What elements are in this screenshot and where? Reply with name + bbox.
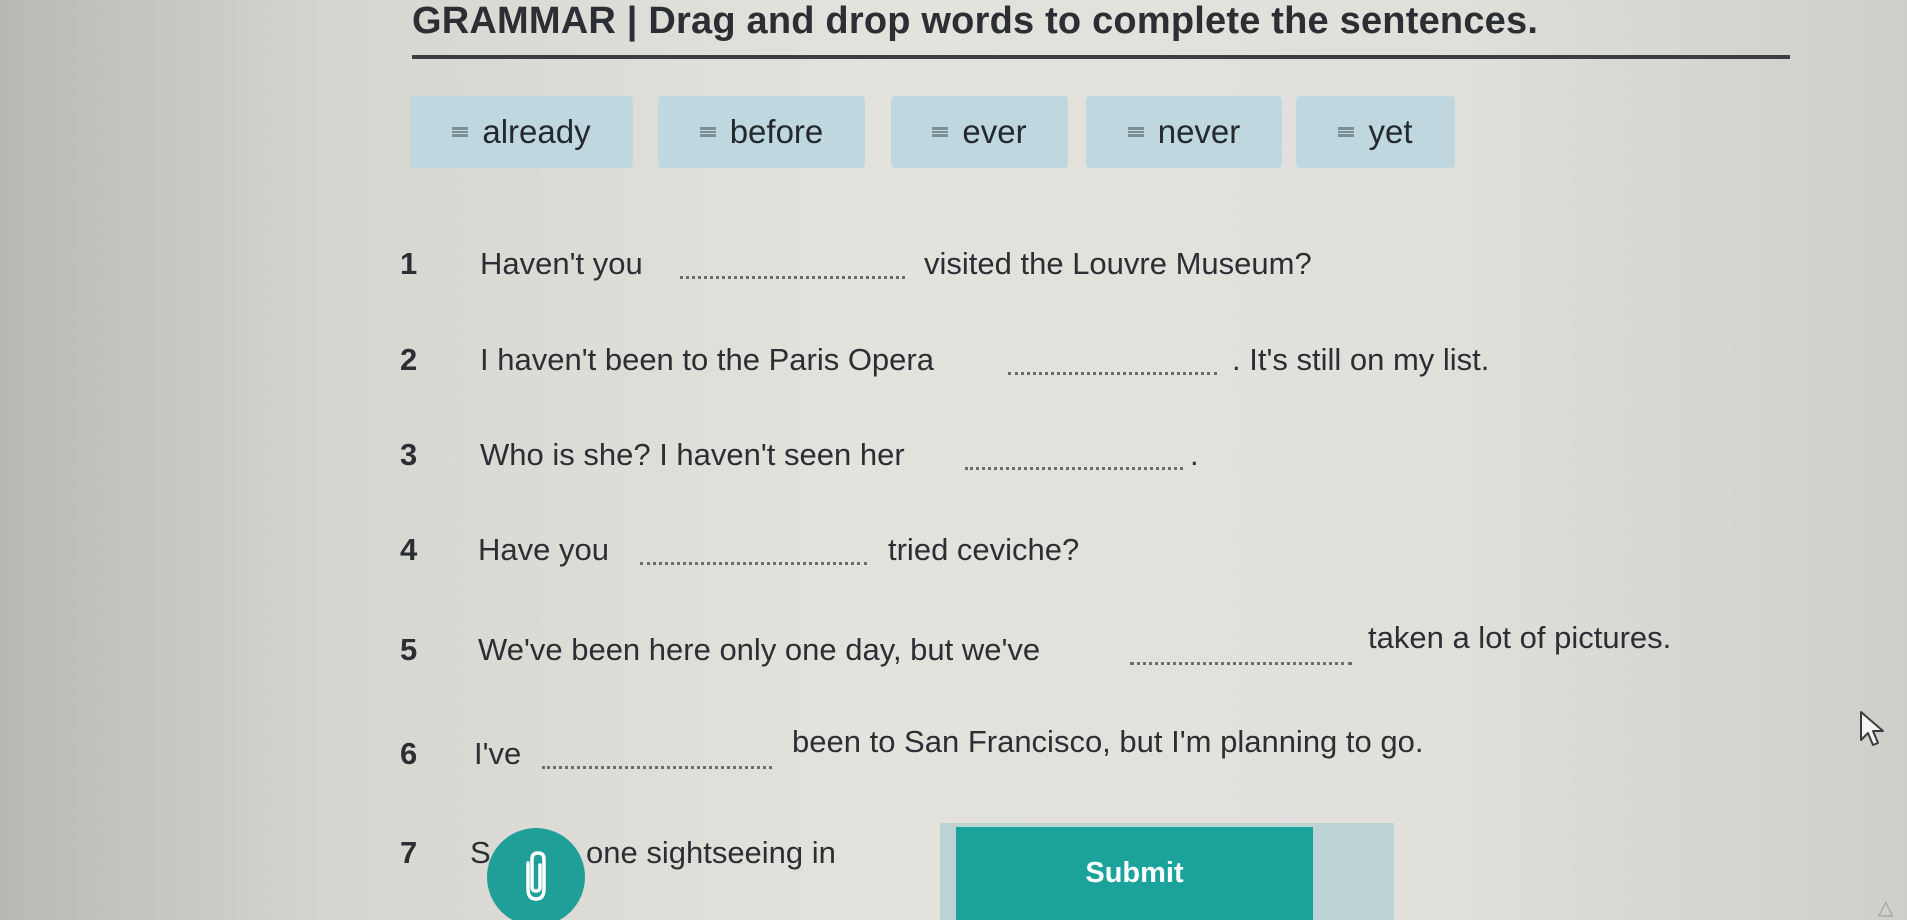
word-chip-already[interactable]: already — [410, 96, 633, 168]
attach-button[interactable] — [487, 828, 585, 920]
submit-button[interactable]: Submit — [956, 827, 1313, 920]
sentence-text-after: tried ceviche? — [888, 532, 1080, 567]
sentence-text-before: We've been here only one day, but we've — [478, 632, 1041, 667]
drop-blank-4[interactable] — [640, 532, 867, 565]
sentence-number: 3 — [400, 437, 418, 472]
sentence-text-before: I haven't been to the Paris Opera — [480, 342, 934, 377]
drag-handle-icon — [699, 127, 716, 137]
mouse-pointer-icon — [1860, 711, 1884, 746]
sentence-text-before: I've — [474, 736, 522, 771]
sentence-text-after: . — [1190, 437, 1199, 472]
sentence-text-before: Who is she? I haven't seen her — [480, 437, 905, 472]
drag-handle-icon — [452, 127, 469, 137]
word-bank: already before ever never yet — [410, 96, 1455, 168]
word-chip-never[interactable]: never — [1086, 96, 1282, 168]
drop-blank-3[interactable] — [965, 437, 1183, 470]
paperclip-icon — [526, 851, 546, 901]
word-chip-label: before — [729, 113, 824, 150]
sentence-text-before: Haven't you — [480, 246, 643, 281]
sentence-2: 2 I haven't been to the Paris Opera . It… — [400, 342, 1780, 402]
sentence-text-after: visited the Louvre Museum? — [924, 246, 1312, 281]
sentence-text-after: one sightseeing in — [586, 835, 836, 870]
drag-handle-icon — [932, 127, 949, 137]
drag-handle-icon — [1338, 127, 1355, 137]
word-chip-label: already — [482, 113, 591, 150]
sentence-number: 1 — [400, 246, 418, 281]
title-divider — [412, 55, 1790, 59]
corner-indicator-icon: △ — [1878, 897, 1894, 919]
exercise-page: GRAMMAR | Drag and drop words to complet… — [0, 0, 1907, 920]
drop-blank-6[interactable] — [542, 736, 772, 769]
sentence-number: 4 — [400, 532, 418, 567]
drop-blank-1[interactable] — [680, 246, 905, 279]
drop-blank-5[interactable] — [1130, 632, 1352, 665]
word-chip-label: ever — [962, 113, 1027, 150]
word-chip-label: never — [1157, 113, 1241, 150]
sentence-5: 5 We've been here only one day, but we'v… — [400, 620, 1780, 692]
sentence-4: 4 Have you tried ceviche? — [400, 532, 1780, 592]
sentence-text-after: . It's still on my list. — [1232, 342, 1490, 377]
word-chip-yet[interactable]: yet — [1296, 96, 1455, 168]
sentence-text-before: Have you — [478, 532, 609, 567]
page-title: GRAMMAR | Drag and drop words to complet… — [412, 0, 1539, 42]
word-chip-ever[interactable]: ever — [891, 96, 1068, 168]
sentence-text-after: been to San Francisco, but I'm planning … — [792, 724, 1424, 759]
drag-handle-icon — [1127, 127, 1144, 137]
drop-blank-2[interactable] — [1008, 342, 1217, 375]
sentence-number: 5 — [400, 632, 418, 667]
sentence-number: 7 — [400, 835, 418, 870]
sentence-number: 2 — [400, 342, 418, 377]
word-chip-before[interactable]: before — [658, 96, 865, 168]
sentence-6: 6 I've been to San Francisco, but I'm pl… — [400, 724, 1780, 796]
word-chip-label: yet — [1368, 113, 1413, 150]
sentence-number: 6 — [400, 736, 418, 771]
sentence-1: 1 Haven't you visited the Louvre Museum? — [400, 246, 1780, 306]
sentence-3: 3 Who is she? I haven't seen her . — [400, 437, 1780, 497]
sentence-text-after: taken a lot of pictures. — [1368, 620, 1672, 655]
